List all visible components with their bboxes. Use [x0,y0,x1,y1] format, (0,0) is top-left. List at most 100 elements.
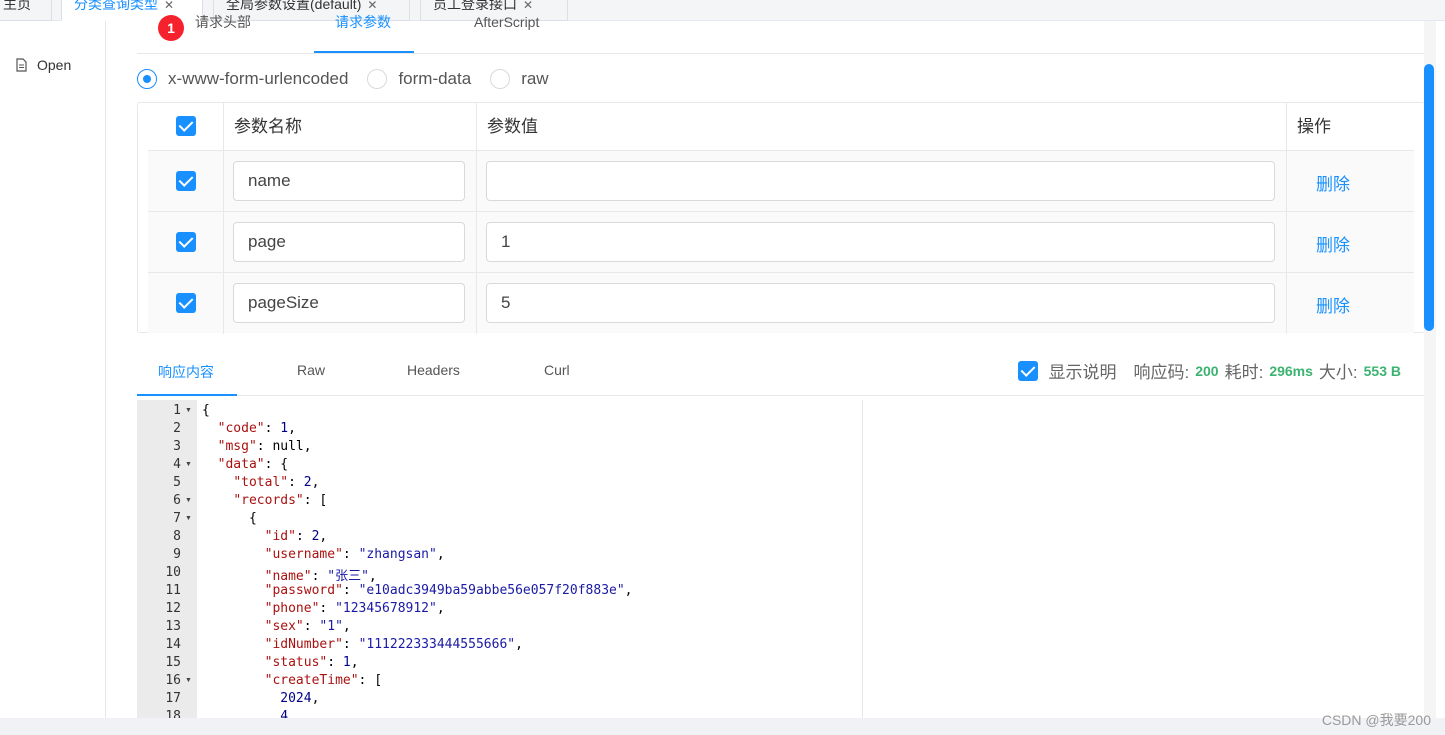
column-header-name: 参数名称 [234,117,302,136]
line-number: 14 [165,637,181,652]
code-line: "id": 2, [264,529,328,544]
code-line: "msg": null, [217,439,312,454]
line-number: 2 [173,421,181,436]
line-number: 12 [165,601,181,616]
fold-toggle-icon[interactable]: ▼ [185,407,192,414]
code-line: "records": [ [233,493,328,508]
code-line: "createTime": [ [264,673,383,688]
response-size-value: 553 B [1363,362,1401,379]
tab-label: 分类查询类型 [74,0,158,12]
code-line: { [202,403,210,418]
tab-label: 全局参数设置(default) [226,0,362,12]
row-checkbox[interactable] [176,293,196,313]
fold-toggle-icon[interactable]: ▼ [185,677,192,684]
param-name-input[interactable]: name [233,161,465,201]
param-value-input[interactable]: 5 [486,283,1275,323]
watermark: CSDN @我要200 [1321,712,1431,728]
tab-headers[interactable]: Headers [407,362,460,378]
header-count-badge: 1 [158,15,184,41]
radio-button[interactable] [490,69,511,89]
status-code-value: 200 [1195,362,1219,379]
code-line: 2024, [280,691,320,706]
tab-label: 员工登录接口 [433,0,517,12]
footer-bar [0,718,1445,735]
response-info: 显示说明 响应码: 200 耗时: 296ms 大小: 553 B [1018,358,1407,383]
line-number: 15 [165,655,181,670]
left-panel: Open [0,21,106,735]
row-checkbox[interactable] [176,171,196,191]
active-tab-indicator [314,51,414,53]
tab-request-headers[interactable]: 请求头部 [195,15,251,45]
elapsed-time-label: 耗时: [1224,363,1264,382]
status-code-label: 响应码: [1133,363,1190,382]
main-content: 1 请求头部 请求参数 AfterScript x-www-form-urlen… [107,15,1425,718]
delete-link[interactable]: 删除 [1316,231,1350,256]
body-type-selector: x-www-form-urlencoded form-data raw [137,68,568,90]
param-value-input[interactable]: 1 [486,222,1275,262]
open-label: Open [37,57,72,73]
code-line: "idNumber": "111222333444555666", [264,637,523,652]
code-line: 4, [280,709,296,718]
fold-toggle-icon[interactable]: ▼ [185,497,192,504]
tab-afterscript[interactable]: AfterScript [474,15,539,45]
table-row: pageSize 5 删除 [148,272,1414,333]
line-number: 17 [165,691,181,706]
tab-label: 主页 [3,0,31,12]
radio-button[interactable] [367,69,388,89]
column-header-action: 操作 [1297,117,1331,136]
param-name-input[interactable]: pageSize [233,283,465,323]
column-divider [476,103,477,334]
radio-label: x-www-form-urlencoded [168,69,349,88]
line-number: 3 [173,439,181,454]
request-tabs: 1 请求头部 请求参数 AfterScript [137,15,1425,54]
close-icon[interactable]: ✕ [367,0,377,12]
line-number: 8 [173,529,181,544]
line-number: 18 [165,709,181,718]
fold-toggle-icon[interactable]: ▼ [185,461,192,468]
row-checkbox[interactable] [176,232,196,252]
select-all-checkbox[interactable] [176,116,196,136]
line-number: 11 [165,583,181,598]
code-line: "phone": "12345678912", [264,601,445,616]
column-header-value: 参数值 [487,117,538,136]
code-line: "status": 1, [264,655,359,670]
radio-button[interactable] [137,69,157,89]
scrollbar-thumb[interactable] [1424,64,1434,331]
close-icon[interactable]: ✕ [164,0,174,12]
elapsed-time-value: 296ms [1269,362,1313,379]
table-row: name 删除 [148,150,1414,211]
tab-curl[interactable]: Curl [544,362,570,378]
show-description-checkbox[interactable] [1018,360,1039,381]
response-tabs: 响应内容 Raw Headers Curl 显示说明 响应码: 200 耗时: … [137,351,1425,396]
code-line: "total": 2, [233,475,320,490]
radio-x-www-form-urlencoded[interactable]: x-www-form-urlencoded [137,69,348,89]
delete-link[interactable]: 删除 [1316,292,1350,317]
radio-form-data[interactable]: form-data [367,69,471,89]
close-icon[interactable]: ✕ [523,0,533,12]
param-value-input[interactable] [486,161,1275,201]
delete-link[interactable]: 删除 [1316,170,1350,195]
radio-label: form-data [398,69,472,88]
code-line: "name": "张三", [264,569,377,584]
line-number: 1 [173,403,181,418]
table-row: page 1 删除 [148,211,1414,272]
response-size-label: 大小: [1318,363,1358,382]
code-line: "code": 1, [217,421,296,436]
line-number: 10 [165,565,181,580]
param-name-input[interactable]: page [233,222,465,262]
tab-raw[interactable]: Raw [297,362,325,378]
tab-request-params[interactable]: 请求参数 [335,15,391,45]
line-number: 16 [165,673,181,688]
response-code-editor[interactable]: 1 ▼ {2 "code": 1, 3 "msg": null, 4 ▼ "data": … [137,400,863,718]
code-line: "data": { [217,457,289,472]
tab-category-query[interactable]: 分类查询类型 ✕ [61,0,203,21]
tab-response-content[interactable]: 响应内容 [158,362,214,382]
column-divider [1286,103,1287,334]
line-number: 4 [173,457,181,472]
radio-label: raw [521,69,549,88]
tab-home[interactable]: 主页 [0,0,52,21]
radio-raw[interactable]: raw [490,69,549,89]
code-line: "sex": "1", [264,619,351,634]
open-menu-item[interactable]: Open [16,57,71,73]
fold-toggle-icon[interactable]: ▼ [185,515,192,522]
